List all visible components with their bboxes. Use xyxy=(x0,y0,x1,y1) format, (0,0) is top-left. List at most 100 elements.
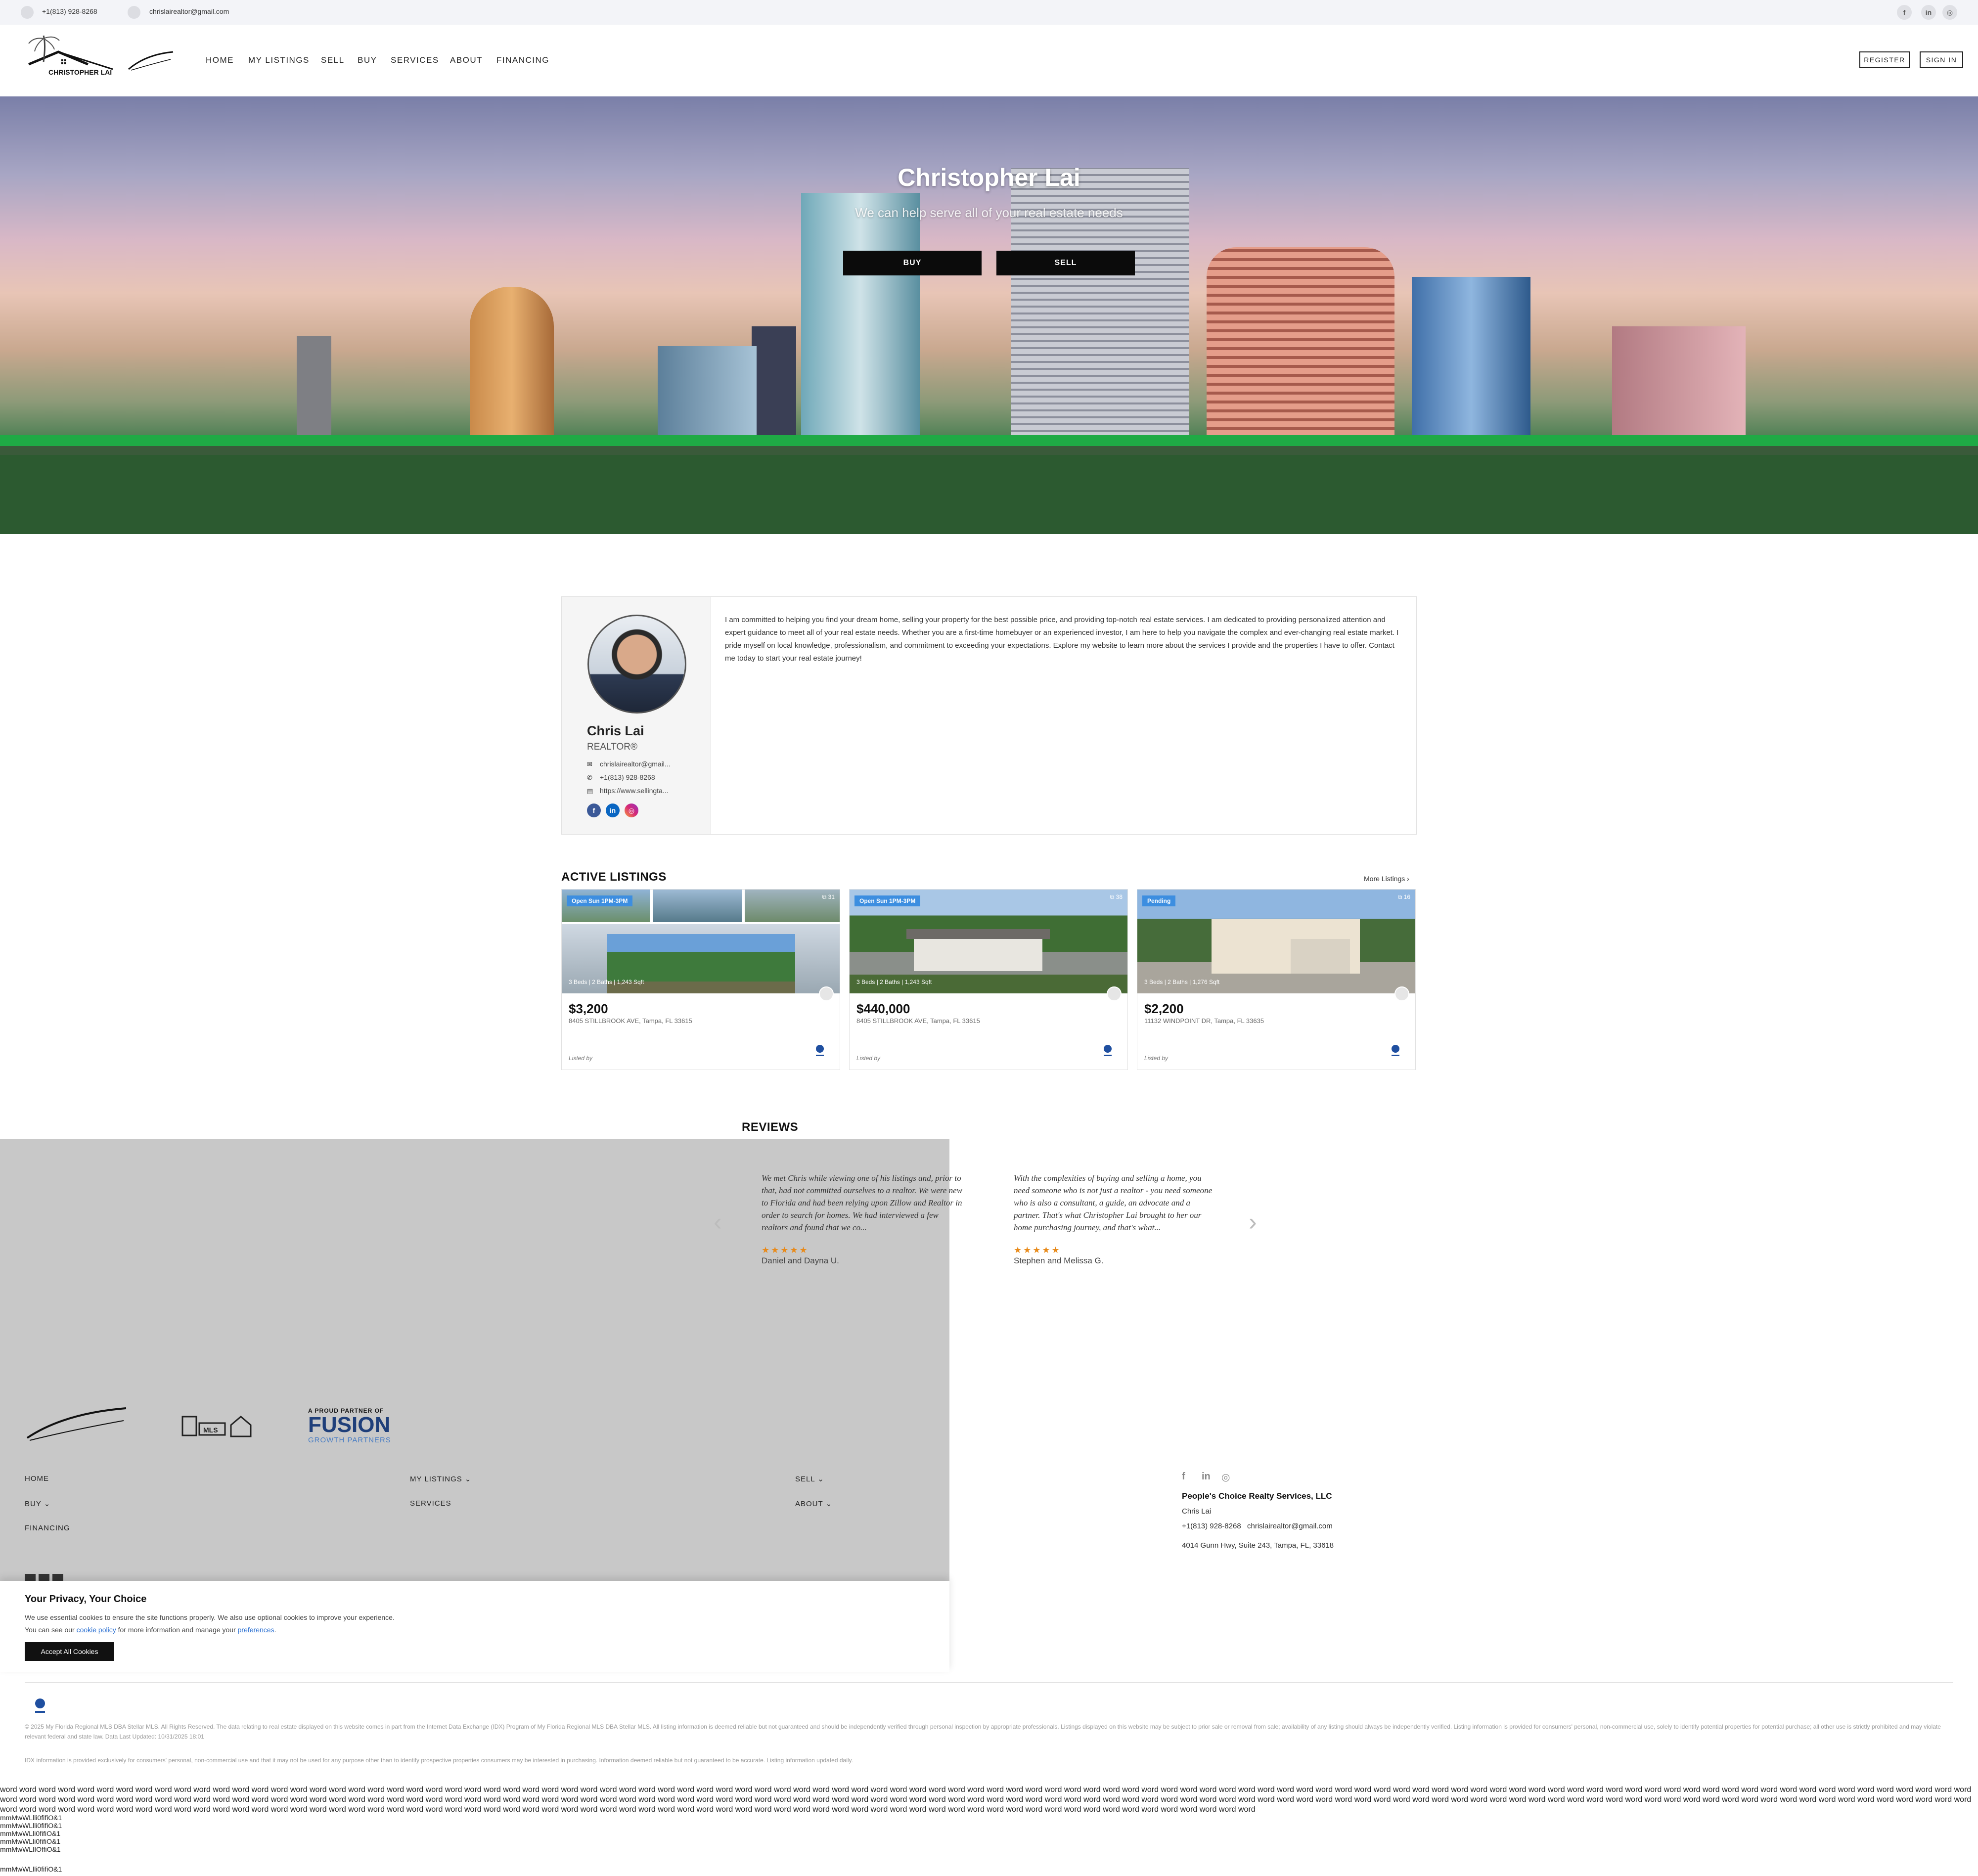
hero-banner xyxy=(0,96,1978,534)
facebook-icon[interactable]: f xyxy=(1897,5,1912,20)
cookie-text-links: You can see our cookie policy for more i… xyxy=(25,1626,276,1634)
footer-instagram-icon[interactable]: ◎ xyxy=(1221,1471,1230,1483)
hero-bridge-trees xyxy=(0,435,1978,534)
site-logo[interactable]: CHRISTOPHER LAI xyxy=(24,35,113,80)
footer-nav-services[interactable]: SERVICES xyxy=(410,1499,451,1508)
accept-all-cookies-button[interactable]: Accept All Cookies xyxy=(25,1642,114,1661)
register-button[interactable]: REGISTER xyxy=(1859,51,1910,68)
filler-line: mmMwWLli0ﬁfiO&1 xyxy=(0,1830,61,1837)
peoples-choice-logo[interactable] xyxy=(126,49,176,72)
agent-phone-row[interactable]: ✆ +1(813) 928-8268 xyxy=(587,773,655,782)
footer-linkedin-icon[interactable]: in xyxy=(1202,1471,1211,1482)
agent-website-row[interactable]: ▤ https://www.sellingta... xyxy=(587,787,669,795)
stellar-mls-icon xyxy=(1392,1045,1399,1056)
footer-company: People's Choice Realty Services, LLC xyxy=(1182,1491,1332,1501)
listing-photo[interactable] xyxy=(1137,890,1415,993)
agent-profile-card: Chris Lai REALTOR® ✉ chrislairealtor@gmai… xyxy=(561,596,1417,835)
footer-nav-buy[interactable]: BUY ⌄ xyxy=(25,1499,50,1508)
review-stars: ★★★★★ xyxy=(762,1245,809,1255)
mls-text: MLS xyxy=(203,1426,218,1434)
review-text: With the complexities of buying and sell… xyxy=(1014,1173,1213,1232)
globe-icon: ▤ xyxy=(587,787,593,795)
cookie-preferences-link[interactable]: preferences xyxy=(238,1626,274,1634)
topbar-email[interactable]: chrislairealtor@gmail.com xyxy=(149,7,229,15)
listing-meta: 3 Beds | 2 Baths | 1,243 Sqft xyxy=(569,979,644,985)
hero-subtitle: We can help serve all of your real estat… xyxy=(855,205,1123,220)
instagram-icon[interactable]: ◎ xyxy=(1942,5,1957,20)
footer-nav-my-listings[interactable]: MY LISTINGS ⌄ xyxy=(410,1474,471,1483)
listing-address[interactable]: 8405 STILLBROOK AVE, Tampa, FL 33615 xyxy=(569,1017,692,1025)
active-listings-title: ACTIVE LISTINGS xyxy=(561,870,667,884)
footer-nav-financing[interactable]: FINANCING xyxy=(25,1524,70,1532)
reviews-prev-arrow[interactable]: ‹ xyxy=(714,1207,722,1236)
nav-my-listings[interactable]: MY LISTINGS xyxy=(248,55,310,65)
review-author: Daniel and Dayna U. xyxy=(762,1256,839,1265)
footer-nav-sell[interactable]: SELL ⌄ xyxy=(795,1474,824,1483)
footer-peoples-choice-logo xyxy=(25,1403,129,1443)
agent-name: Chris Lai xyxy=(587,723,644,738)
footer-nav-about[interactable]: ABOUT ⌄ xyxy=(795,1499,832,1508)
nav-home[interactable]: HOME xyxy=(206,55,234,65)
phone-icon xyxy=(21,6,34,19)
cookie-policy-link[interactable]: cookie policy xyxy=(77,1626,116,1634)
review-stars: ★★★★★ xyxy=(1014,1245,1061,1255)
sign-in-button[interactable]: SIGN IN xyxy=(1920,51,1963,68)
footer-mls-logo: MLS xyxy=(181,1414,253,1439)
logo-text: CHRISTOPHER LAI xyxy=(48,68,112,76)
listing-address[interactable]: 8405 STILLBROOK AVE, Tampa, FL 33615 xyxy=(856,1017,980,1025)
favorite-heart-icon[interactable] xyxy=(1107,986,1122,1001)
topbar-phone[interactable]: +1(813) 928-8268 xyxy=(42,7,97,15)
email-icon xyxy=(128,6,140,19)
nav-sell[interactable]: SELL xyxy=(321,55,345,65)
cookie-text-part: You can see our xyxy=(25,1626,77,1634)
listing-card[interactable]: Open Sun 1PM-3PM ⧉ 38 3 Beds | 2 Baths |… xyxy=(849,889,1128,1070)
idx-disclaimer: IDX information is provided exclusively … xyxy=(25,1757,853,1764)
linkedin-icon[interactable]: in xyxy=(1921,5,1936,20)
envelope-icon: ✉ xyxy=(587,760,592,768)
photo-count: ⧉ 38 xyxy=(1110,893,1123,900)
listing-badge: Pending xyxy=(1142,895,1176,906)
footer-nav-home[interactable]: HOME xyxy=(25,1474,49,1483)
stellar-mls-icon xyxy=(1104,1045,1112,1056)
listing-address[interactable]: 11132 WINDPOINT DR, Tampa, FL 33635 xyxy=(1144,1017,1264,1025)
hero-sell-button[interactable]: SELL xyxy=(996,251,1135,275)
peoples-choice-swoosh-icon xyxy=(128,51,174,71)
nav-financing[interactable]: FINANCING xyxy=(496,55,549,65)
cookie-text: We use essential cookies to ensure the s… xyxy=(25,1613,395,1621)
favorite-heart-icon[interactable] xyxy=(1394,986,1409,1001)
footer-phone[interactable]: +1(813) 928-8268 xyxy=(1182,1522,1241,1530)
footer-email[interactable]: chrislairealtor@gmail.com xyxy=(1247,1522,1333,1530)
nav-buy[interactable]: BUY xyxy=(358,55,377,65)
photo-count: ⧉ 16 xyxy=(1397,893,1410,900)
facebook-icon[interactable]: f xyxy=(587,804,601,817)
listing-badge: Open Sun 1PM-3PM xyxy=(854,895,921,906)
listing-card[interactable]: Open Sun 1PM-3PM ⧉ 31 3 Beds | 2 Baths |… xyxy=(561,889,840,1070)
linkedin-icon[interactable]: in xyxy=(606,804,620,817)
agent-email-row[interactable]: ✉ chrislairealtor@gmail... xyxy=(587,760,671,768)
agent-role: REALTOR® xyxy=(587,742,637,752)
review-text: We met Chris while viewing one of his li… xyxy=(762,1173,963,1232)
favorite-heart-icon[interactable] xyxy=(819,986,834,1001)
footer-divider xyxy=(25,1682,1953,1683)
listing-price: $3,200 xyxy=(569,1001,608,1016)
stellar-mls-icon xyxy=(35,1698,45,1713)
instagram-icon[interactable]: ◎ xyxy=(625,804,638,817)
top-bar: +1(813) 928-8268 chrislairealtor@gmail.c… xyxy=(0,0,1978,25)
filler-text: word word word word word word word word … xyxy=(0,1786,1972,1814)
peoples-choice-swoosh-icon xyxy=(26,1407,127,1441)
listing-meta: 3 Beds | 2 Baths | 1,276 Sqft xyxy=(1144,979,1220,985)
footer-facebook-icon[interactable]: f xyxy=(1182,1471,1185,1482)
hero-buy-button[interactable]: BUY xyxy=(843,251,982,275)
reviews-next-arrow[interactable]: › xyxy=(1249,1207,1257,1236)
agent-bio: I am committed to helping you find your … xyxy=(725,616,1399,663)
nav-about[interactable]: ABOUT xyxy=(450,55,483,65)
listing-badge: Open Sun 1PM-3PM xyxy=(567,895,633,906)
filler-line: mmMwWLlIOffiO&1 xyxy=(0,1845,61,1853)
cookie-banner: Your Privacy, Your Choice We use essenti… xyxy=(0,1581,949,1672)
nav-services[interactable]: SERVICES xyxy=(391,55,439,65)
more-listings-link[interactable]: More Listings › xyxy=(1364,875,1409,883)
listing-card[interactable]: Pending ⧉ 16 3 Beds | 2 Baths | 1,276 Sq… xyxy=(1137,889,1416,1070)
cookie-text-part: for more information and manage your xyxy=(116,1626,238,1634)
filler-line: mmMwWLlli0ﬁfiO&1 xyxy=(0,1865,62,1873)
filler-line: mmMwWLlli0ﬁfiO&1 xyxy=(0,1822,62,1830)
